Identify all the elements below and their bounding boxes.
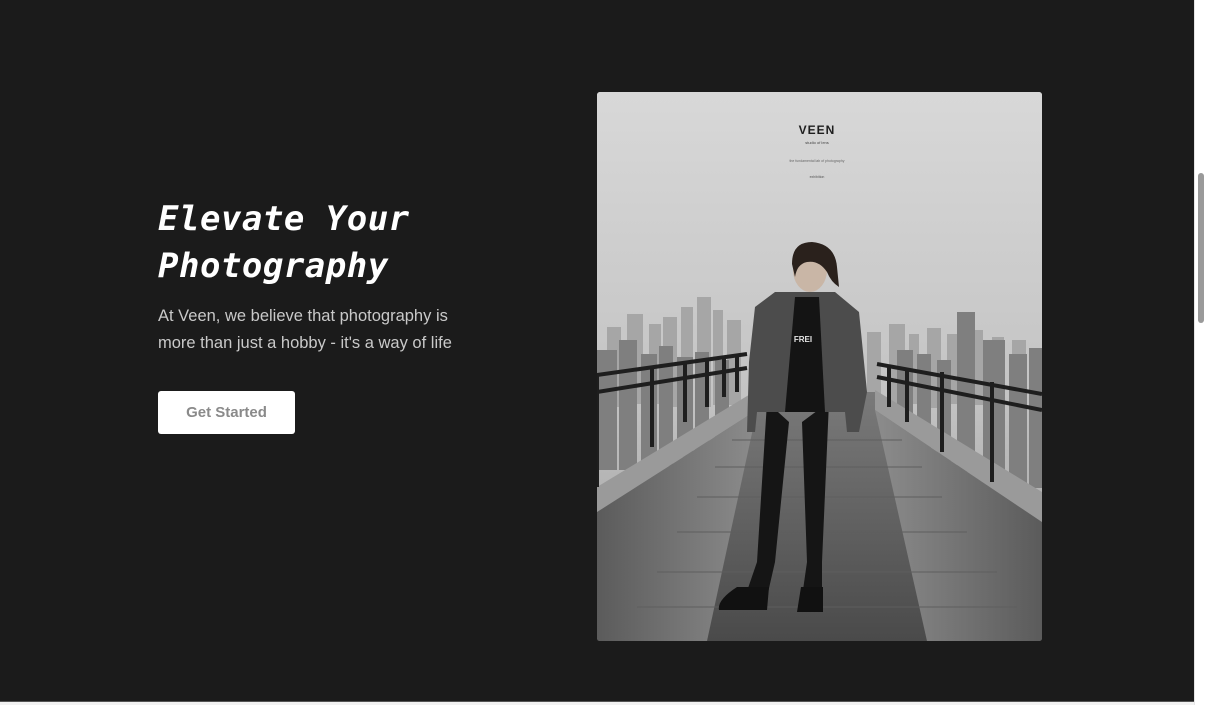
page-scrollbar[interactable]: [1194, 0, 1206, 705]
section-divider: [0, 701, 1194, 705]
hero-photo: FREI VEEN studio of lens the fundamental…: [597, 92, 1042, 641]
page: Elevate Your Photography At Veen, we bel…: [0, 0, 1194, 705]
scrollbar-thumb[interactable]: [1198, 173, 1204, 323]
photo-illustration: FREI VEEN studio of lens the fundamental…: [597, 92, 1042, 641]
photo-subtitle: studio of lens: [805, 140, 829, 145]
svg-text:FREI: FREI: [794, 335, 812, 344]
section-intro-text-cropped: [0, 0, 1194, 7]
get-started-button[interactable]: Get Started: [158, 391, 295, 434]
photo-caption: the fundamental lab of photography: [789, 159, 844, 163]
photo-brand-mark: VEEN: [799, 123, 836, 137]
hero-title: Elevate Your Photography: [158, 199, 410, 286]
photo-caption-small: exhibition: [810, 175, 825, 179]
hero-description: At Veen, we believe that photography is …: [158, 307, 452, 352]
